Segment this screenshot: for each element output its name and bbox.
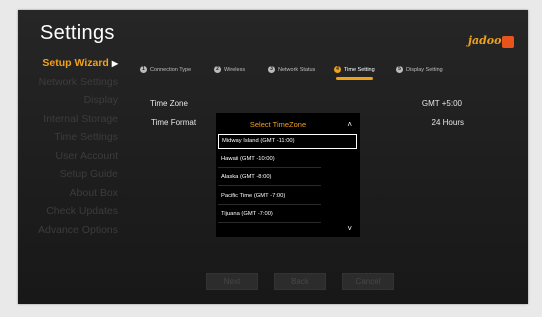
- page-title: Settings: [40, 22, 115, 44]
- logo-text: jadoo: [468, 34, 502, 47]
- tv-icon: [502, 36, 514, 48]
- step-number: 5: [396, 66, 403, 74]
- time-zone-value[interactable]: GMT +5:00: [378, 99, 462, 108]
- sidebar-item-display[interactable]: Display: [18, 91, 136, 110]
- step-label: Display Setting: [406, 67, 443, 73]
- sidebar: Setup Wizard ▶ Network Settings Display I…: [18, 54, 136, 239]
- chevron-up-icon[interactable]: ˄: [347, 120, 352, 129]
- timezone-option-alaska[interactable]: Alaska (GMT -8:00): [218, 170, 321, 187]
- sidebar-item-network-settings[interactable]: Network Settings: [18, 73, 136, 92]
- step-display-setting: 5 Display Setting: [396, 64, 443, 80]
- step-number: 4: [334, 66, 341, 74]
- step-label: Network Status: [278, 67, 316, 73]
- chevron-down-icon[interactable]: ˅: [347, 224, 352, 233]
- sidebar-item-setup-wizard[interactable]: Setup Wizard ▶: [18, 54, 136, 73]
- step-number: 1: [140, 66, 147, 74]
- timezone-option-pacific-time[interactable]: Pacific Time (GMT -7:00): [218, 189, 321, 205]
- next-button[interactable]: Next: [206, 273, 258, 290]
- active-step-indicator: [336, 77, 373, 80]
- dropdown-title: Select TimeZone: [249, 120, 307, 129]
- settings-screen: Settings jadoo Setup Wizard ▶ Network Set…: [18, 10, 528, 304]
- chevron-right-icon: ▶: [111, 59, 118, 68]
- step-label: Time Setting: [344, 67, 375, 73]
- cancel-button[interactable]: Cancel: [342, 273, 394, 290]
- sidebar-item-advance-options[interactable]: Advance Options: [18, 221, 136, 240]
- sidebar-item-check-updates[interactable]: Check Updates: [18, 202, 136, 221]
- sidebar-item-time-settings[interactable]: Time Settings: [18, 128, 136, 147]
- timezone-dropdown[interactable]: Select TimeZone ˄ Midway Island (GMT -11…: [216, 113, 360, 237]
- brand-logo: jadoo: [468, 34, 514, 54]
- sidebar-item-setup-guide[interactable]: Setup Guide: [18, 165, 136, 184]
- timezone-option-tijuana[interactable]: Tijuana (GMT -7:00): [218, 207, 321, 224]
- time-zone-label: Time Zone: [150, 99, 188, 108]
- time-format-value[interactable]: 24 Hours: [378, 118, 464, 127]
- step-time-setting: 4 Time Setting: [334, 64, 375, 80]
- step-connection-type: 1 Connection Type: [140, 64, 191, 80]
- step-label: Connection Type: [150, 67, 192, 73]
- wizard-steps: 1 Connection Type 2 Wireless 3 Network Stat…: [138, 64, 528, 80]
- sidebar-item-about-box[interactable]: About Box: [18, 184, 136, 203]
- step-wireless: 2 Wireless: [214, 64, 245, 80]
- step-label: Wireless: [224, 67, 246, 73]
- step-number: 2: [214, 66, 221, 74]
- timezone-options: Midway Island (GMT -11:00) Hawaii (GMT -…: [218, 134, 357, 226]
- step-number: 3: [268, 66, 275, 74]
- sidebar-item-internal-storage[interactable]: Internal Storage: [18, 110, 136, 129]
- time-format-label: Time Format: [151, 118, 197, 127]
- step-network-status: 3 Network Status: [268, 64, 315, 80]
- timezone-option-midway-island[interactable]: Midway Island (GMT -11:00): [218, 134, 357, 149]
- back-button[interactable]: Back: [274, 273, 326, 290]
- sidebar-item-user-account[interactable]: User Account: [18, 147, 136, 166]
- timezone-option-hawaii[interactable]: Hawaii (GMT -10:00): [218, 152, 321, 168]
- sidebar-item-label: Setup Wizard: [42, 57, 109, 69]
